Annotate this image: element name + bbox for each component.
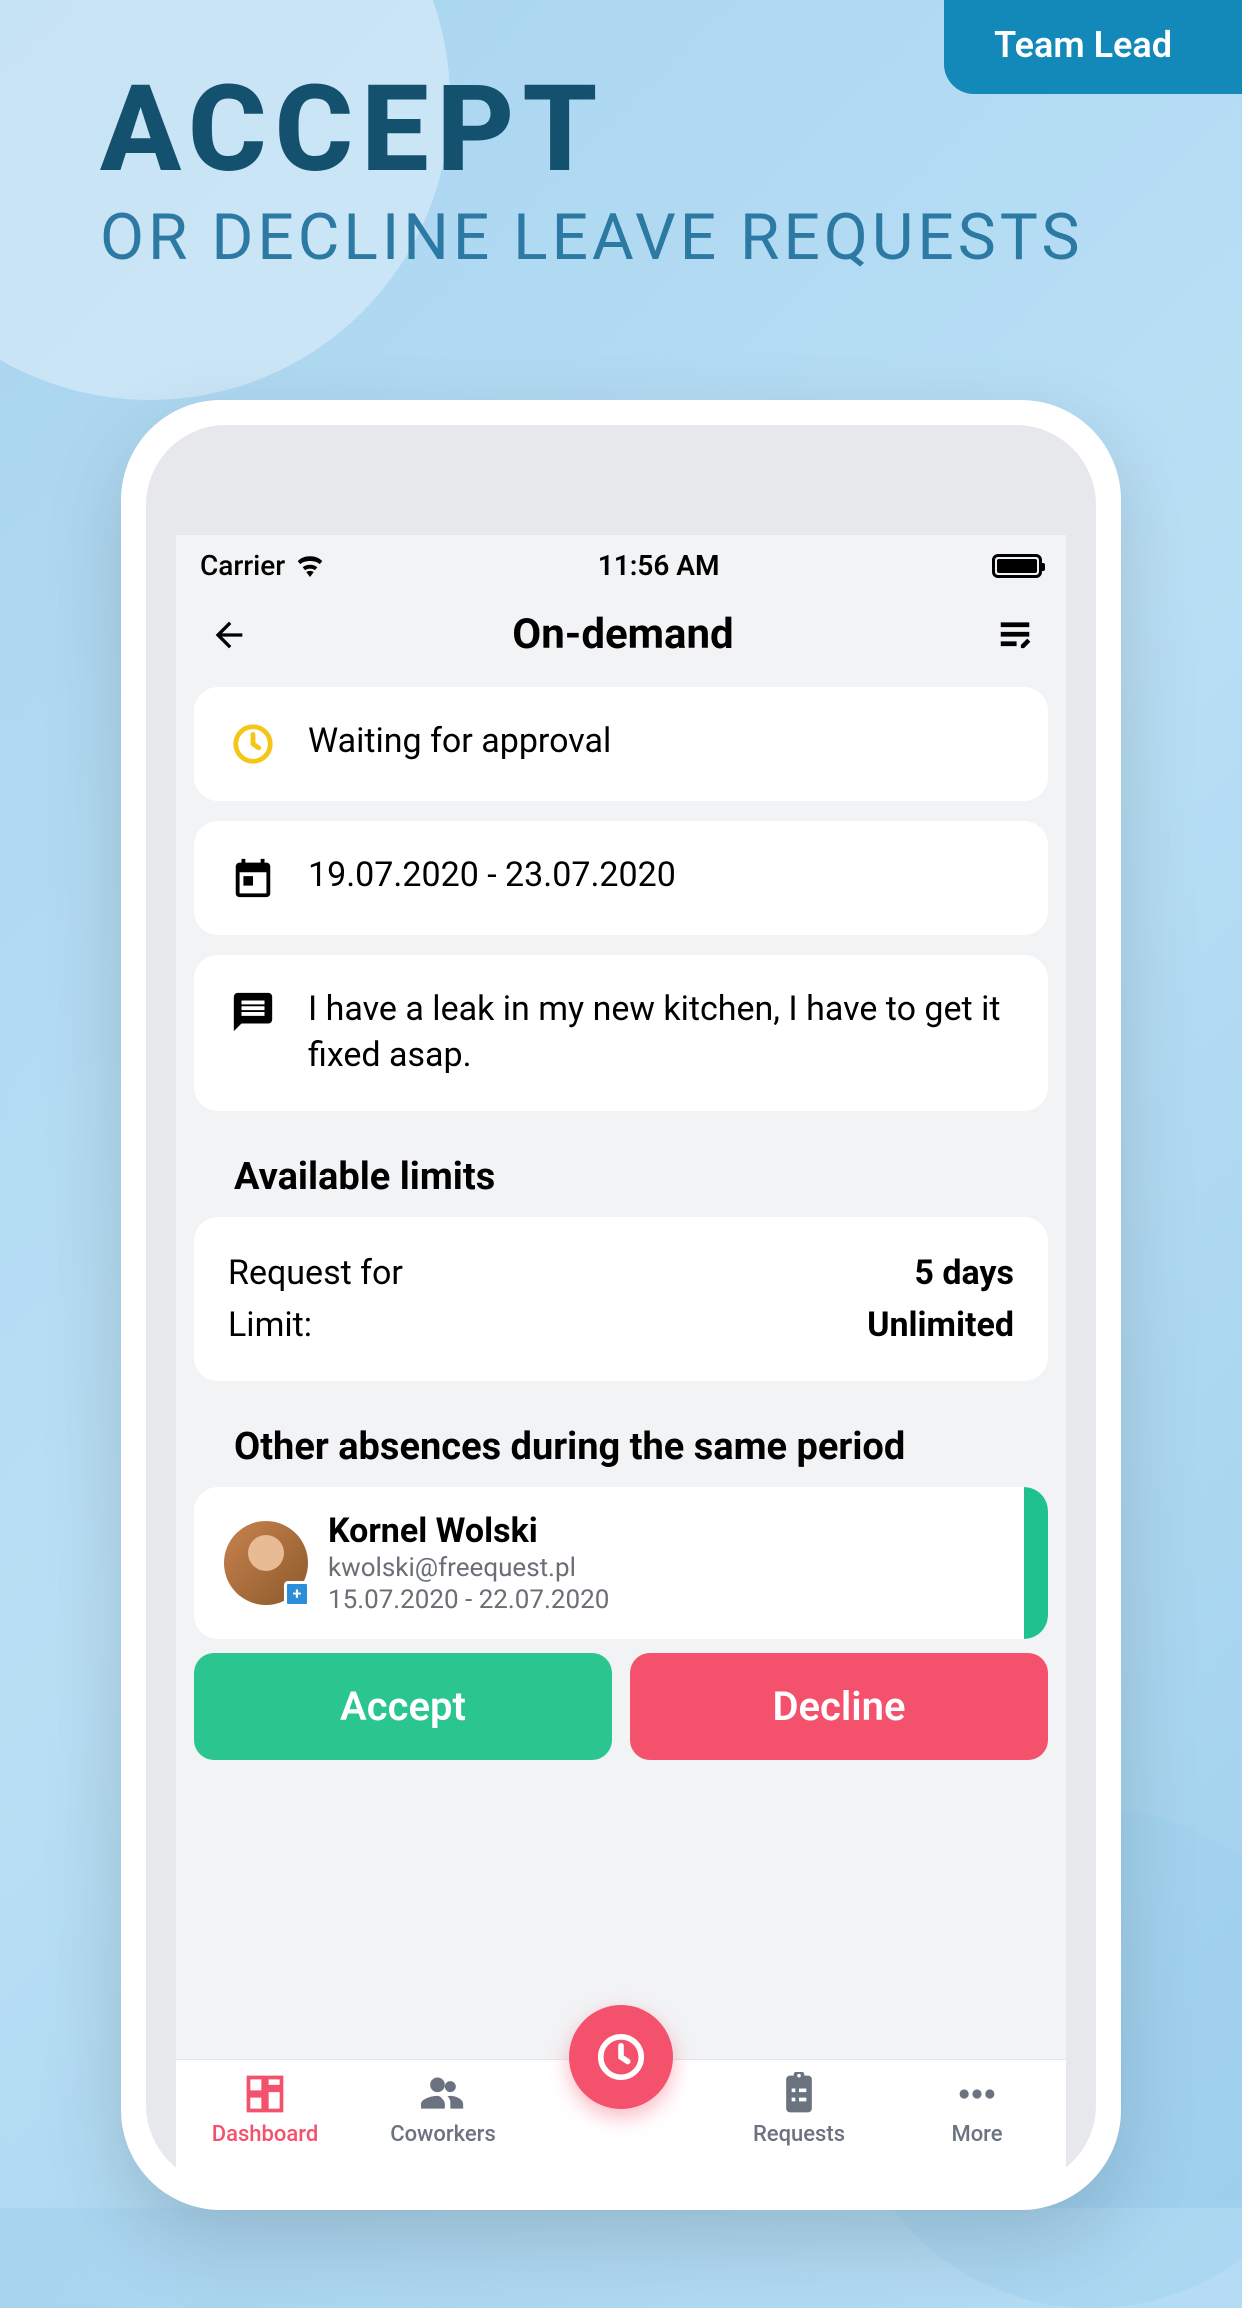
tab-requests-label: Requests	[753, 2122, 845, 2147]
edit-icon[interactable]	[994, 616, 1036, 654]
page-title: On-demand	[512, 610, 733, 659]
wifi-icon	[295, 555, 325, 577]
coworkers-icon	[419, 2072, 467, 2116]
status-bar: Carrier 11:56 AM	[176, 535, 1066, 592]
tab-more-label: More	[951, 2122, 1002, 2147]
carrier-label: Carrier	[200, 549, 285, 582]
limits-title: Available limits	[194, 1131, 1048, 1217]
status-card: Waiting for approval	[194, 687, 1048, 801]
absences-title: Other absences during the same period	[194, 1401, 1048, 1487]
app-screen: Carrier 11:56 AM On-demand Waiting for a…	[176, 535, 1066, 2185]
clock-label: 11:56 AM	[598, 549, 720, 582]
requests-icon	[775, 2072, 823, 2116]
back-icon[interactable]	[206, 615, 252, 655]
reason-card: I have a leak in my new kitchen, I have …	[194, 955, 1048, 1111]
phone-frame: Carrier 11:56 AM On-demand Waiting for a…	[121, 400, 1121, 2210]
status-strip	[1024, 1487, 1048, 1639]
headline-primary: ACCEPT	[100, 70, 1083, 190]
tab-more[interactable]: More	[912, 2072, 1042, 2147]
calendar-icon	[228, 853, 278, 903]
tab-dashboard-label: Dashboard	[212, 2122, 318, 2147]
fab-new-request[interactable]	[569, 2005, 673, 2109]
message-icon	[228, 987, 278, 1037]
absence-item[interactable]: + Kornel Wolski kwolski@freequest.pl 15.…	[194, 1487, 1048, 1639]
status-text: Waiting for approval	[308, 719, 611, 765]
clock-icon	[228, 719, 278, 769]
action-row: Accept Decline	[194, 1653, 1048, 1788]
accept-button[interactable]: Accept	[194, 1653, 612, 1760]
clock-fab-icon	[594, 2030, 648, 2084]
dashboard-icon	[241, 2072, 289, 2116]
more-icon	[953, 2072, 1001, 2116]
limit-label: Limit:	[228, 1305, 312, 1345]
promo-headline: ACCEPT OR DECLINE LEAVE REQUESTS	[100, 70, 1083, 275]
date-card: 19.07.2020 - 23.07.2020	[194, 821, 1048, 935]
nav-header: On-demand	[176, 592, 1066, 687]
tab-requests[interactable]: Requests	[734, 2072, 864, 2147]
tab-dashboard[interactable]: Dashboard	[200, 2072, 330, 2147]
absence-dates: 15.07.2020 - 22.07.2020	[328, 1585, 609, 1615]
reason-text: I have a leak in my new kitchen, I have …	[308, 987, 1014, 1079]
request-value: 5 days	[914, 1253, 1014, 1293]
absence-name: Kornel Wolski	[328, 1511, 609, 1551]
tab-coworkers-label: Coworkers	[390, 2122, 496, 2147]
tab-coworkers[interactable]: Coworkers	[378, 2072, 508, 2147]
limit-value: Unlimited	[867, 1305, 1014, 1345]
decline-button[interactable]: Decline	[630, 1653, 1048, 1760]
headline-secondary: OR DECLINE LEAVE REQUESTS	[100, 200, 1083, 275]
date-text: 19.07.2020 - 23.07.2020	[308, 853, 676, 899]
avatar-badge-icon: +	[284, 1581, 310, 1607]
limits-card: Request for 5 days Limit: Unlimited	[194, 1217, 1048, 1381]
request-label: Request for	[228, 1253, 403, 1293]
absence-email: kwolski@freequest.pl	[328, 1553, 609, 1583]
battery-icon	[992, 554, 1042, 578]
